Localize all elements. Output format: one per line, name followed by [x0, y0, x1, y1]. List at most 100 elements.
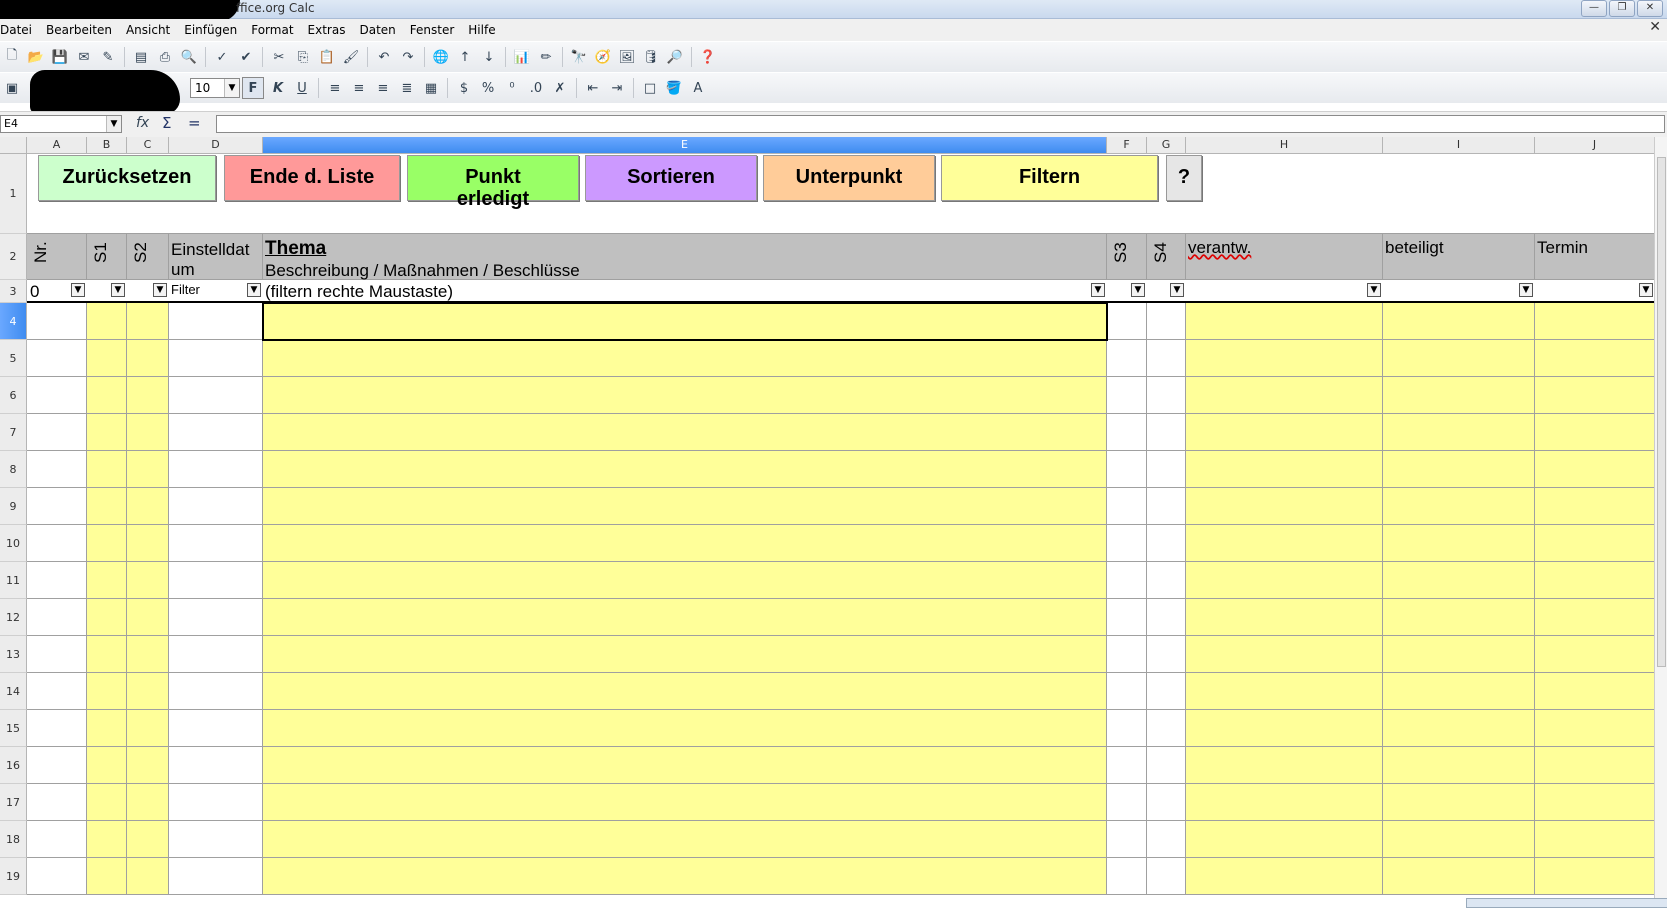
function-wizard-icon[interactable]: fx	[136, 115, 149, 131]
cell-d9[interactable]	[169, 488, 263, 525]
cell-d15[interactable]	[169, 710, 263, 747]
autospellcheck-icon[interactable]: ✔	[236, 47, 256, 67]
column-header-f[interactable]: F	[1107, 137, 1147, 154]
cell-i9[interactable]	[1383, 488, 1535, 525]
cell-f10[interactable]	[1107, 525, 1147, 562]
scroll-thumb[interactable]	[1657, 157, 1666, 667]
cell-g5[interactable]	[1147, 340, 1186, 377]
cell-b15[interactable]	[87, 710, 127, 747]
cell-f14[interactable]	[1107, 673, 1147, 710]
cell-j7[interactable]	[1535, 414, 1655, 451]
cell-f12[interactable]	[1107, 599, 1147, 636]
cell-j12[interactable]	[1535, 599, 1655, 636]
name-box[interactable]: E4 ▼	[0, 115, 122, 133]
cell-i4[interactable]	[1383, 303, 1535, 340]
email-icon[interactable]: ✉	[74, 47, 94, 67]
autofilter-arrow-d-icon[interactable]: ▼	[247, 283, 261, 297]
row-header-2[interactable]: 2	[0, 234, 27, 280]
cell-d6[interactable]	[169, 377, 263, 414]
draw-functions-icon[interactable]: ✏	[536, 47, 556, 67]
paste-icon[interactable]: 📋	[317, 47, 337, 67]
row-header-5[interactable]: 5	[0, 340, 27, 377]
column-header-a[interactable]: A	[27, 137, 87, 154]
column-header-d[interactable]: D	[169, 137, 263, 154]
cell-d19[interactable]	[169, 858, 263, 895]
row-header-1[interactable]: 1	[0, 154, 27, 234]
cell-g11[interactable]	[1147, 562, 1186, 599]
row-header-8[interactable]: 8	[0, 451, 27, 488]
cell-h9[interactable]	[1186, 488, 1383, 525]
cell-i12[interactable]	[1383, 599, 1535, 636]
cell-j9[interactable]	[1535, 488, 1655, 525]
cell-e10[interactable]	[263, 525, 1107, 562]
cell-g15[interactable]	[1147, 710, 1186, 747]
cell-i6[interactable]	[1383, 377, 1535, 414]
new-document-icon[interactable]: 🗋	[2, 47, 22, 67]
cell-i15[interactable]	[1383, 710, 1535, 747]
row-header-6[interactable]: 6	[0, 377, 27, 414]
cell-d7[interactable]	[169, 414, 263, 451]
cell-j17[interactable]	[1535, 784, 1655, 821]
cell-c15[interactable]	[127, 710, 169, 747]
cell-g6[interactable]	[1147, 377, 1186, 414]
cell-e17[interactable]	[263, 784, 1107, 821]
print-icon[interactable]: ⎙	[155, 47, 175, 67]
cell-g18[interactable]	[1147, 821, 1186, 858]
chevron-down-icon[interactable]: ▼	[106, 116, 121, 132]
cell-e16[interactable]	[263, 747, 1107, 784]
sum-icon[interactable]: Σ	[162, 114, 171, 132]
cell-b18[interactable]	[87, 821, 127, 858]
cell-d16[interactable]	[169, 747, 263, 784]
cell-d11[interactable]	[169, 562, 263, 599]
cell-c18[interactable]	[127, 821, 169, 858]
datasources-icon[interactable]: 🛢	[641, 47, 661, 67]
cell-g12[interactable]	[1147, 599, 1186, 636]
row-header-10[interactable]: 10	[0, 525, 27, 562]
close-window-button[interactable]: ✕	[1637, 0, 1663, 17]
cell-j5[interactable]	[1535, 340, 1655, 377]
cell-h4[interactable]	[1186, 303, 1383, 340]
cell-c10[interactable]	[127, 525, 169, 562]
menu-ansicht[interactable]: Ansicht	[126, 23, 170, 37]
cell-e12[interactable]	[263, 599, 1107, 636]
row-header-12[interactable]: 12	[0, 599, 27, 636]
cell-j4[interactable]	[1535, 303, 1655, 340]
filtern-button[interactable]: Filtern	[941, 155, 1158, 201]
cell-i13[interactable]	[1383, 636, 1535, 673]
copy-icon[interactable]: ⎘	[293, 47, 313, 67]
cell-e19[interactable]	[263, 858, 1107, 895]
cell-j16[interactable]	[1535, 747, 1655, 784]
column-header-g[interactable]: G	[1147, 137, 1186, 154]
cell-j19[interactable]	[1535, 858, 1655, 895]
column-header-c[interactable]: C	[127, 137, 169, 154]
cell-e7[interactable]	[263, 414, 1107, 451]
cell-i17[interactable]	[1383, 784, 1535, 821]
cell-f15[interactable]	[1107, 710, 1147, 747]
cell-j18[interactable]	[1535, 821, 1655, 858]
cell-i8[interactable]	[1383, 451, 1535, 488]
add-decimal-icon[interactable]: .0	[526, 78, 546, 98]
chevron-down-icon[interactable]: ▼	[224, 79, 239, 97]
delete-decimal-icon[interactable]: ✗	[550, 78, 570, 98]
save-icon[interactable]: 💾	[50, 47, 70, 67]
cell-b8[interactable]	[87, 451, 127, 488]
redo-icon[interactable]: ↷	[398, 47, 418, 67]
unterpunkt-button[interactable]: Unterpunkt	[763, 155, 935, 201]
cell-d13[interactable]	[169, 636, 263, 673]
cell-h13[interactable]	[1186, 636, 1383, 673]
cell-a18[interactable]	[27, 821, 87, 858]
cell-e5[interactable]	[263, 340, 1107, 377]
row-header-19[interactable]: 19	[0, 858, 27, 895]
cell-b19[interactable]	[87, 858, 127, 895]
cell-g17[interactable]	[1147, 784, 1186, 821]
cell-d12[interactable]	[169, 599, 263, 636]
cell-g9[interactable]	[1147, 488, 1186, 525]
cell-a6[interactable]	[27, 377, 87, 414]
cell-b14[interactable]	[87, 673, 127, 710]
spreadsheet-grid[interactable]: A B C D E F G H I J 1 2 3 4 5 6 7 8 9 10…	[0, 137, 1667, 906]
cell-h16[interactable]	[1186, 747, 1383, 784]
select-all-corner[interactable]	[0, 137, 27, 154]
cell-j8[interactable]	[1535, 451, 1655, 488]
print-preview-icon[interactable]: 🔍	[179, 47, 199, 67]
cell-g13[interactable]	[1147, 636, 1186, 673]
